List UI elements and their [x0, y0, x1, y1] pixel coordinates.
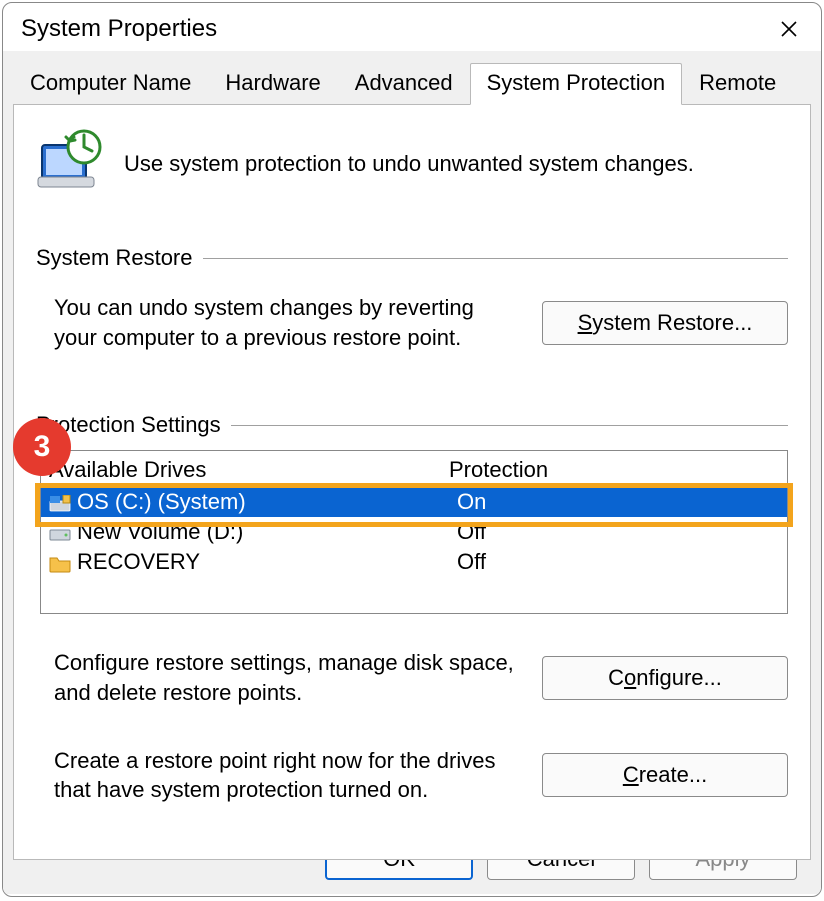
configure-desc: Configure restore settings, manage disk …: [54, 648, 522, 707]
rule: [203, 258, 789, 259]
drives-list[interactable]: Available Drives Protection OS (C:) (Sys…: [40, 450, 788, 614]
dialog-body: Computer Name Hardware Advanced System P…: [3, 51, 821, 894]
system-protection-tab-content: Use system protection to undo unwanted s…: [13, 104, 811, 860]
drives-header-row: Available Drives Protection: [41, 451, 787, 487]
tab-strip: Computer Name Hardware Advanced System P…: [3, 51, 821, 105]
tab-hardware[interactable]: Hardware: [208, 63, 337, 105]
system-restore-desc: You can undo system changes by reverting…: [54, 293, 522, 352]
system-restore-row: You can undo system changes by reverting…: [36, 283, 788, 362]
intro-row: Use system protection to undo unwanted s…: [36, 119, 788, 231]
rule: [231, 425, 788, 426]
drive-protection: On: [457, 489, 779, 515]
drive-name: RECOVERY: [77, 549, 200, 575]
section-protection-settings-header: Protection Settings: [36, 412, 788, 438]
close-icon[interactable]: [771, 11, 807, 47]
tab-computer-name[interactable]: Computer Name: [13, 63, 208, 105]
folder-icon: [49, 553, 71, 571]
titlebar: System Properties: [3, 3, 821, 51]
configure-row: Configure restore settings, manage disk …: [36, 638, 788, 717]
tab-advanced[interactable]: Advanced: [338, 63, 470, 105]
tab-system-protection[interactable]: System Protection: [470, 63, 683, 105]
drive-row-new-volume-d[interactable]: New Volume (D:) Off: [41, 517, 787, 547]
window-title: System Properties: [21, 15, 217, 43]
system-protection-icon: [36, 127, 110, 201]
create-button[interactable]: Create...: [542, 753, 788, 797]
section-system-restore-header: System Restore: [36, 245, 788, 271]
drive-name: New Volume (D:): [77, 519, 243, 545]
drive-row-os-c[interactable]: OS (C:) (System) On: [41, 487, 787, 517]
drive-protection: Off: [457, 519, 779, 545]
system-properties-window: System Properties Computer Name Hardware…: [2, 2, 822, 897]
drive-row-recovery[interactable]: RECOVERY Off: [41, 547, 787, 577]
create-row: Create a restore point right now for the…: [36, 736, 788, 815]
drive-protection: Off: [457, 549, 779, 575]
system-drive-icon: [49, 493, 71, 511]
system-restore-button[interactable]: System Restore...: [542, 301, 788, 345]
section-title: System Restore: [36, 245, 193, 271]
create-desc: Create a restore point right now for the…: [54, 746, 522, 805]
drive-icon: [49, 523, 71, 541]
annotation-step-badge: 3: [13, 418, 71, 476]
intro-text: Use system protection to undo unwanted s…: [124, 151, 694, 177]
configure-button[interactable]: Configure...: [542, 656, 788, 700]
tab-remote[interactable]: Remote: [682, 63, 793, 105]
col-available-drives: Available Drives: [49, 457, 449, 483]
drive-name: OS (C:) (System): [77, 489, 246, 515]
col-protection: Protection: [449, 457, 779, 483]
